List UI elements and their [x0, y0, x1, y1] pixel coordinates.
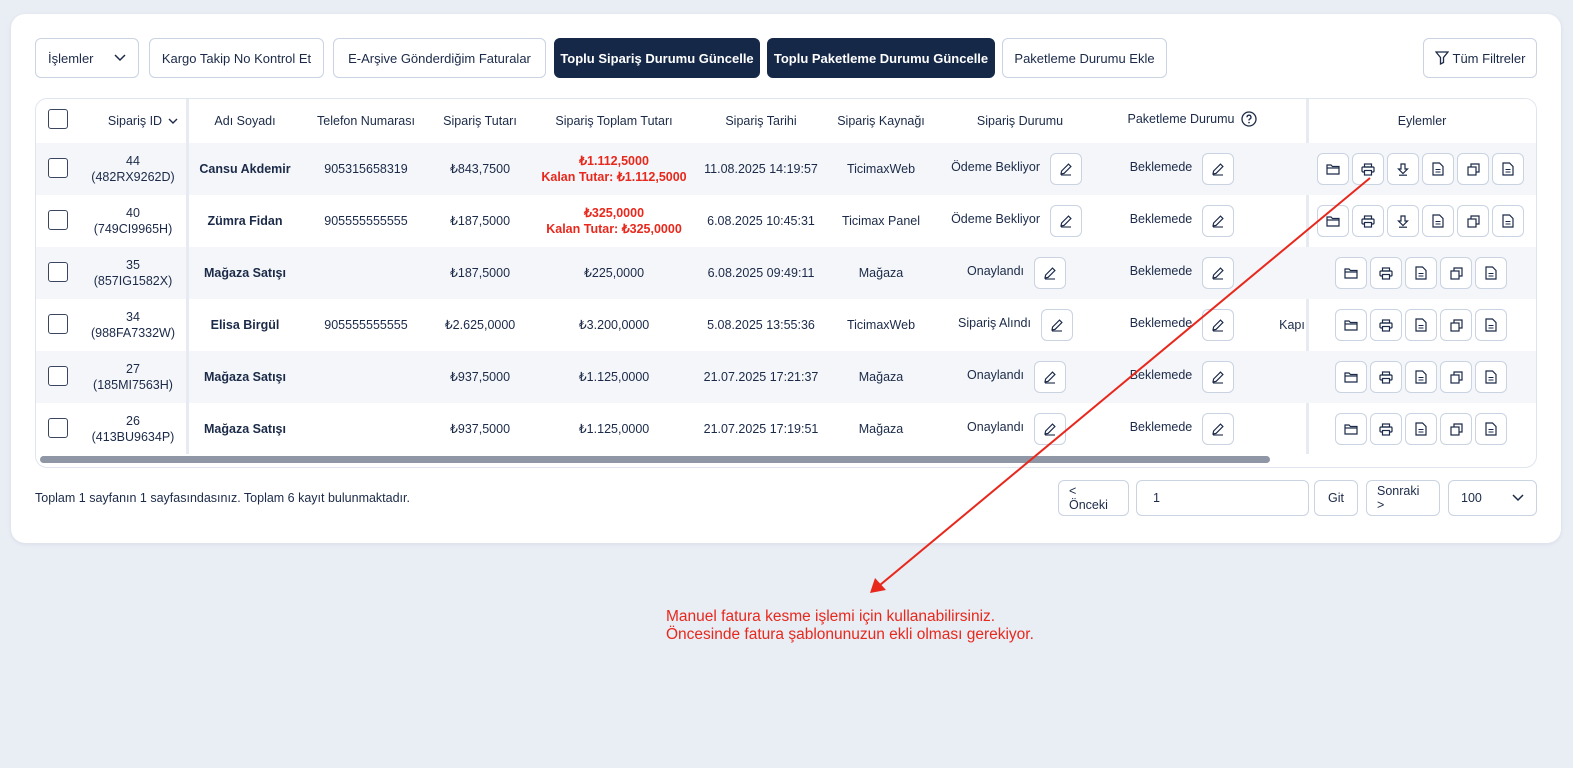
annotation-line-2: Öncesinde fatura şablonunuzun ekli olmas…: [666, 626, 1034, 643]
annotation-line-1: Manuel fatura kesme işlemi için kullanab…: [666, 608, 996, 625]
annotation-arrow: [870, 177, 1371, 593]
annotation-note: Manuel fatura kesme işlemi için kullanab…: [666, 608, 1034, 644]
